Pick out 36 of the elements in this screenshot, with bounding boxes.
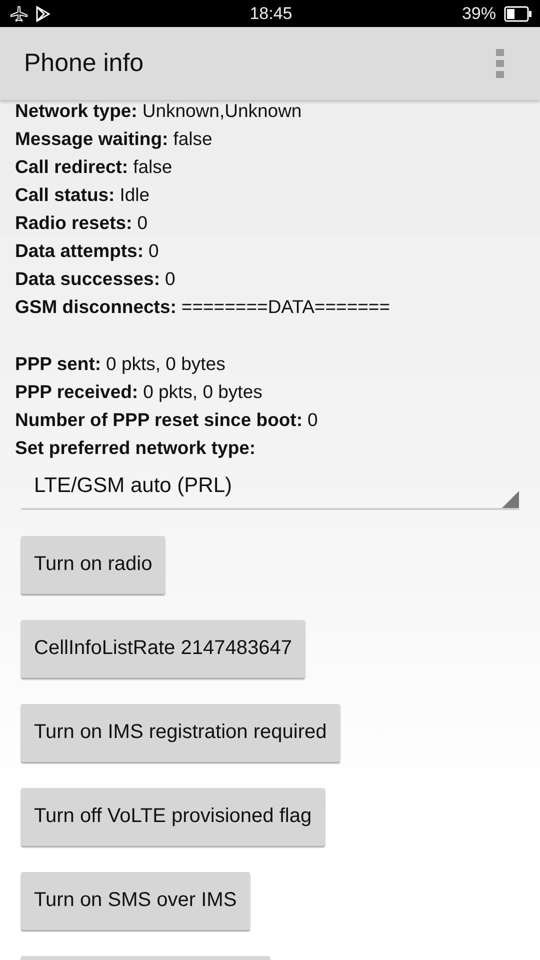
- info-value: false: [173, 127, 212, 151]
- app-title: Phone info: [24, 49, 144, 78]
- action-button[interactable]: Turn on IMS registration required: [21, 704, 340, 762]
- info-value: ========DATA=======: [181, 295, 390, 319]
- info-label: Network type:: [15, 99, 138, 123]
- info-label: Set preferred network type:: [15, 436, 256, 460]
- info-value: 0 pkts, 0 bytes: [143, 380, 262, 404]
- info-label: Call status:: [15, 183, 115, 207]
- info-label: PPP received:: [15, 380, 138, 404]
- airplane-icon: [10, 6, 28, 22]
- action-button[interactable]: Turn on SMS over IMS: [21, 872, 250, 930]
- dropdown-corner-icon: [502, 490, 519, 508]
- info-value: false: [133, 155, 172, 179]
- info-value: 0 pkts, 0 bytes: [106, 352, 226, 376]
- overflow-menu-icon[interactable]: [496, 48, 504, 78]
- info-label: Data attempts:: [15, 239, 144, 263]
- info-value: Idle: [120, 183, 150, 207]
- info-value: 0: [148, 239, 159, 263]
- battery-percent: 39%: [462, 4, 496, 24]
- action-button[interactable]: Turn off VoLTE provisioned flag: [21, 788, 325, 846]
- info-label: GSM disconnects:: [15, 295, 176, 319]
- info-value: 0: [137, 211, 148, 235]
- action-button[interactable]: CellInfoListRate 2147483647: [21, 620, 305, 678]
- info-value: 0: [308, 408, 318, 432]
- info-label: Call redirect:: [15, 155, 128, 179]
- info-label: Number of PPP reset since boot:: [15, 408, 302, 432]
- info-value: 0: [165, 267, 176, 291]
- network-type-dropdown[interactable]: LTE/GSM auto (PRL): [21, 464, 519, 510]
- action-button[interactable]: Turn on radio: [21, 536, 166, 594]
- info-label: PPP sent:: [15, 352, 102, 376]
- info-value: Unknown,Unknown: [142, 99, 302, 123]
- clock-time: 18:45: [250, 4, 292, 24]
- info-label: Data successes:: [15, 267, 160, 291]
- info-label: Radio resets:: [15, 211, 132, 235]
- info-label: Message waiting:: [15, 127, 168, 151]
- battery-icon: [504, 6, 532, 22]
